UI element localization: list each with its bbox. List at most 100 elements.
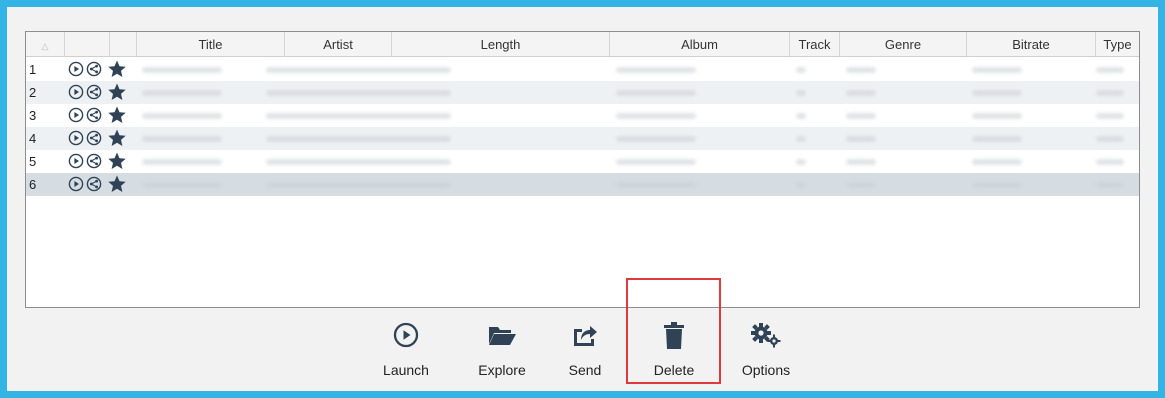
row-number: 2 — [29, 85, 37, 100]
redacted-cell — [616, 182, 696, 188]
explore-label: Explore — [478, 362, 526, 378]
launch-button[interactable]: Launch — [368, 316, 444, 382]
row-number: 4 — [29, 131, 37, 146]
column-header-type[interactable]: Type — [1096, 32, 1139, 57]
table-row[interactable]: 4 — [26, 127, 1139, 150]
share-row-icon[interactable] — [86, 130, 102, 149]
redacted-cell — [1096, 67, 1124, 73]
redacted-cell — [1096, 159, 1124, 165]
redacted-cell — [1096, 113, 1124, 119]
share-icon — [571, 322, 599, 351]
column-header-genre[interactable]: Genre — [840, 32, 967, 57]
redacted-cell — [796, 113, 806, 119]
redacted-cell — [796, 159, 806, 165]
folder-open-icon — [487, 322, 517, 351]
redacted-cell — [266, 136, 451, 142]
sort-indicator-icon: △ — [41, 41, 49, 51]
table-row[interactable]: 6 — [26, 173, 1139, 196]
redacted-cell — [142, 113, 222, 119]
share-row-icon[interactable] — [86, 107, 102, 126]
redacted-cell — [266, 182, 451, 188]
redacted-cell — [266, 113, 451, 119]
favorite-star-icon[interactable] — [107, 59, 127, 82]
row-number: 5 — [29, 154, 37, 169]
table-header: △ Title Artist Length Album Track Genre … — [26, 32, 1139, 57]
redacted-cell — [796, 182, 806, 188]
table-row[interactable]: 1 — [26, 58, 1139, 81]
actions-column-header[interactable] — [65, 32, 110, 57]
redacted-cell — [616, 159, 696, 165]
row-number: 1 — [29, 62, 37, 77]
favorite-star-icon[interactable] — [107, 174, 127, 197]
redacted-cell — [846, 67, 876, 73]
favorite-star-icon[interactable] — [107, 151, 127, 174]
column-header-artist[interactable]: Artist — [285, 32, 392, 57]
app-window: △ Title Artist Length Album Track Genre … — [16, 16, 1149, 389]
redacted-cell — [142, 159, 222, 165]
send-button[interactable]: Send — [554, 316, 616, 382]
delete-highlight-box — [626, 278, 721, 384]
redacted-cell — [972, 90, 1022, 96]
redacted-cell — [846, 182, 876, 188]
redacted-cell — [796, 67, 806, 73]
redacted-cell — [266, 90, 451, 96]
table-row[interactable]: 3 — [26, 104, 1139, 127]
column-header-bitrate[interactable]: Bitrate — [967, 32, 1096, 57]
column-header-track[interactable]: Track — [790, 32, 840, 57]
launch-label: Launch — [383, 362, 429, 378]
redacted-cell — [846, 159, 876, 165]
gears-icon — [750, 322, 782, 351]
column-header-length[interactable]: Length — [392, 32, 610, 57]
row-number: 6 — [29, 177, 37, 192]
redacted-cell — [1096, 136, 1124, 142]
options-label: Options — [741, 362, 791, 378]
redacted-cell — [142, 182, 222, 188]
redacted-cell — [1096, 90, 1124, 96]
redacted-cell — [142, 90, 222, 96]
redacted-cell — [972, 159, 1022, 165]
column-header-title[interactable]: Title — [137, 32, 285, 57]
share-row-icon[interactable] — [86, 176, 102, 195]
redacted-cell — [142, 136, 222, 142]
redacted-cell — [1096, 182, 1124, 188]
play-row-icon[interactable] — [68, 153, 84, 172]
redacted-cell — [266, 67, 451, 73]
redacted-cell — [796, 136, 806, 142]
play-row-icon[interactable] — [68, 176, 84, 195]
play-row-icon[interactable] — [68, 107, 84, 126]
share-row-icon[interactable] — [86, 61, 102, 80]
redacted-cell — [266, 159, 451, 165]
share-row-icon[interactable] — [86, 84, 102, 103]
share-row-icon[interactable] — [86, 153, 102, 172]
options-button[interactable]: Options — [728, 316, 804, 382]
favorite-star-icon[interactable] — [107, 105, 127, 128]
sort-column-header[interactable]: △ — [26, 32, 65, 57]
redacted-cell — [972, 67, 1022, 73]
play-circle-icon — [393, 322, 419, 351]
redacted-cell — [796, 90, 806, 96]
column-header-album[interactable]: Album — [610, 32, 790, 57]
redacted-cell — [616, 136, 696, 142]
play-row-icon[interactable] — [68, 84, 84, 103]
play-row-icon[interactable] — [68, 61, 84, 80]
row-number: 3 — [29, 108, 37, 123]
redacted-cell — [616, 67, 696, 73]
favorite-column-header[interactable] — [110, 32, 137, 57]
redacted-cell — [972, 136, 1022, 142]
redacted-cell — [846, 136, 876, 142]
table-row[interactable]: 2 — [26, 81, 1139, 104]
redacted-cell — [972, 113, 1022, 119]
favorite-star-icon[interactable] — [107, 82, 127, 105]
redacted-cell — [846, 113, 876, 119]
redacted-cell — [142, 67, 222, 73]
explore-button[interactable]: Explore — [464, 316, 540, 382]
redacted-cell — [846, 90, 876, 96]
favorite-star-icon[interactable] — [107, 128, 127, 151]
redacted-cell — [616, 90, 696, 96]
table-row[interactable]: 5 — [26, 150, 1139, 173]
send-label: Send — [568, 362, 602, 378]
redacted-cell — [616, 113, 696, 119]
play-row-icon[interactable] — [68, 130, 84, 149]
track-table[interactable]: △ Title Artist Length Album Track Genre … — [25, 31, 1140, 308]
redacted-cell — [972, 182, 1022, 188]
